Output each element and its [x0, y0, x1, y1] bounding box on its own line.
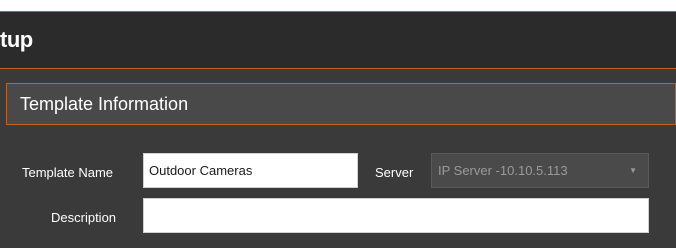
template-name-input[interactable]: Outdoor Cameras: [143, 153, 358, 188]
server-select[interactable]: IP Server -10.10.5.113 ▼: [431, 153, 649, 188]
template-information-section[interactable]: Template Information: [6, 83, 676, 125]
description-input[interactable]: [143, 198, 649, 233]
section-title: Template Information: [20, 94, 189, 114]
chevron-down-icon: ▼: [629, 166, 637, 175]
top-strip: [0, 0, 676, 11]
dialog-title: tup: [0, 27, 33, 52]
template-setup-dialog: tup Template Information Template Name O…: [0, 11, 676, 248]
server-label: Server: [375, 165, 414, 180]
dialog-title-bar: tup: [0, 12, 676, 69]
description-label: Description: [51, 210, 117, 225]
template-name-label: Template Name: [22, 165, 114, 180]
server-select-value: IP Server -10.10.5.113: [438, 163, 568, 178]
